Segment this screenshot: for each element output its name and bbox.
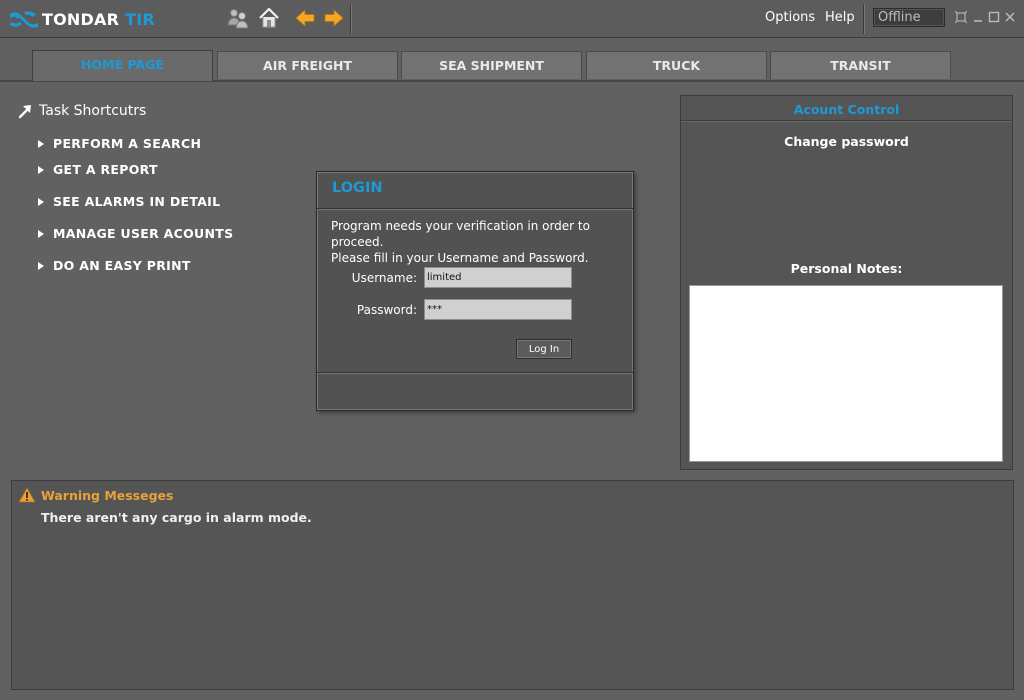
shortcut-perform-search[interactable]: PERFORM A SEARCH	[38, 136, 201, 151]
login-dialog-divider	[317, 372, 633, 373]
shortcut-get-report[interactable]: GET A REPORT	[38, 162, 158, 177]
login-title: LOGIN	[332, 180, 383, 196]
shortcut-easy-print[interactable]: DO AN EASY PRINT	[38, 258, 191, 273]
account-control-panel: Acount Control Change password Personal …	[680, 95, 1013, 470]
login-instruction-line: Program needs your verification in order…	[331, 219, 590, 249]
task-shortcuts-label: Task Shortcutrs	[39, 103, 147, 119]
log-in-button[interactable]: Log In	[516, 339, 572, 359]
warning-messages-panel: Warning Messeges There aren't any cargo …	[11, 480, 1014, 690]
tab-air-freight[interactable]: AIR FREIGHT	[217, 51, 398, 79]
password-label: Password:	[356, 303, 417, 317]
tab-sea-shipment[interactable]: SEA SHIPMENT	[401, 51, 582, 79]
login-instructions: Program needs your verification in order…	[331, 218, 633, 266]
account-control-title: Acount Control	[681, 96, 1012, 121]
shortcut-label: DO AN EASY PRINT	[53, 258, 191, 273]
options-menu[interactable]: Options	[765, 10, 815, 25]
tab-transit[interactable]: TRANSIT	[770, 51, 951, 79]
tab-home-page[interactable]: HOME PAGE	[32, 50, 213, 81]
forward-arrow-icon[interactable]	[321, 5, 347, 31]
task-shortcuts-title: Task Shortcutrs	[17, 103, 146, 119]
home-icon[interactable]	[256, 5, 282, 31]
login-instruction-line: Please fill in your Username and Passwor…	[331, 251, 589, 265]
personal-notes-input[interactable]	[689, 285, 1003, 462]
minimize-icon[interactable]	[971, 10, 985, 24]
bullet-triangle-icon	[38, 197, 44, 206]
change-password-link[interactable]: Change password	[681, 134, 1012, 149]
personal-notes-label: Personal Notes:	[790, 261, 903, 276]
tab-truck[interactable]: TRUCK	[586, 51, 767, 79]
warning-messages-title: Warning Messeges	[41, 487, 174, 503]
shortcut-arrow-icon	[18, 105, 31, 119]
toolbar-separator	[350, 4, 351, 34]
close-icon[interactable]	[1003, 10, 1017, 24]
users-icon[interactable]	[225, 5, 251, 31]
bullet-triangle-icon	[38, 139, 44, 148]
username-label: Username:	[351, 271, 417, 285]
shortcut-manage-users[interactable]: MANAGE USER ACOUNTS	[38, 226, 233, 241]
shortcut-label: SEE ALARMS IN DETAIL	[53, 194, 221, 209]
warning-message-text: There aren't any cargo in alarm mode.	[41, 510, 312, 525]
username-input[interactable]	[424, 267, 572, 288]
app-title: TONDAR TIR	[42, 9, 155, 29]
warning-icon	[18, 487, 36, 503]
bullet-triangle-icon	[38, 261, 44, 270]
bullet-triangle-icon	[38, 229, 44, 238]
shortcut-label: MANAGE USER ACOUNTS	[53, 226, 234, 241]
help-menu[interactable]: Help	[825, 10, 855, 25]
menu-separator	[863, 4, 864, 34]
bullet-triangle-icon	[38, 165, 44, 174]
connection-status: Offline	[873, 8, 945, 27]
maximize-icon[interactable]	[987, 10, 1001, 24]
fullscreen-icon[interactable]	[954, 10, 968, 24]
back-arrow-icon[interactable]	[292, 5, 318, 31]
shortcut-see-alarms[interactable]: SEE ALARMS IN DETAIL	[38, 194, 220, 209]
shortcut-label: PERFORM A SEARCH	[53, 136, 202, 151]
login-dialog: LOGIN Program needs your verification in…	[316, 171, 634, 411]
password-input[interactable]	[424, 299, 572, 320]
logo-mark-icon	[10, 11, 38, 28]
app-logo: TONDAR TIR	[8, 9, 155, 29]
warning-messages-header: Warning Messeges	[18, 487, 173, 503]
shortcut-label: GET A REPORT	[53, 162, 158, 177]
